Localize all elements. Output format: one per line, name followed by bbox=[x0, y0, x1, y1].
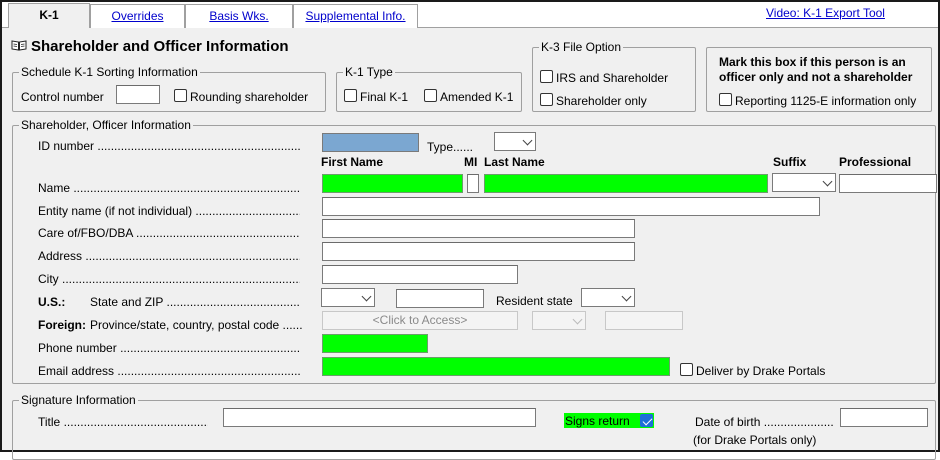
amended-k1-label: Amended K-1 bbox=[440, 90, 514, 104]
signature-group-title: Signature Information bbox=[19, 393, 138, 407]
k3-shareholder-only-checkbox[interactable] bbox=[540, 93, 553, 106]
officer-heading-line2: officer only and not a shareholder bbox=[719, 70, 913, 84]
name-label: Name bbox=[38, 181, 300, 195]
signs-return-label: Signs return bbox=[565, 414, 630, 428]
shareholder-info-title: Shareholder, Officer Information bbox=[19, 118, 193, 132]
final-k1-checkbox[interactable] bbox=[344, 89, 357, 102]
foreign-postal-input[interactable] bbox=[605, 311, 683, 330]
entity-name-label: Entity name (if not individual) bbox=[38, 204, 300, 218]
state-select[interactable] bbox=[321, 288, 375, 307]
k3-irs-shareholder-label: IRS and Shareholder bbox=[556, 71, 669, 85]
video-k1-export-link[interactable]: Video: K-1 Export Tool bbox=[766, 6, 885, 20]
final-k1-label: Final K-1 bbox=[360, 90, 409, 104]
title-label: Title bbox=[38, 415, 208, 429]
officer-heading-line1: Mark this box if this person is an bbox=[719, 55, 906, 69]
tab-overrides[interactable]: Overrides bbox=[90, 4, 185, 28]
email-address-input[interactable] bbox=[322, 357, 670, 376]
zip-input[interactable] bbox=[396, 289, 484, 308]
k1-form-window: K-1 Overrides Basis Wks. Supplemental In… bbox=[0, 0, 940, 460]
tab-bar: K-1 Overrides Basis Wks. Supplemental In… bbox=[2, 2, 938, 28]
phone-number-input[interactable] bbox=[322, 334, 428, 353]
dob-note: (for Drake Portals only) bbox=[693, 433, 817, 447]
deliver-drake-portals-label: Deliver by Drake Portals bbox=[696, 364, 826, 378]
reporting-1125e-checkbox[interactable] bbox=[719, 93, 732, 106]
email-address-label: Email address bbox=[38, 364, 300, 378]
city-input[interactable] bbox=[322, 265, 518, 284]
professional-header: Professional bbox=[839, 155, 912, 169]
address-input[interactable] bbox=[322, 242, 635, 261]
first-name-input[interactable] bbox=[322, 174, 463, 193]
middle-initial-input[interactable] bbox=[467, 174, 479, 193]
phone-number-label: Phone number bbox=[38, 341, 300, 355]
last-name-input[interactable] bbox=[484, 174, 768, 193]
control-number-label: Control number bbox=[21, 90, 104, 104]
control-number-input[interactable] bbox=[116, 85, 160, 104]
last-name-header: Last Name bbox=[484, 155, 545, 169]
sorting-group-title: Schedule K-1 Sorting Information bbox=[19, 65, 200, 79]
state-zip-label: State and ZIP bbox=[90, 295, 300, 309]
address-label: Address bbox=[38, 249, 300, 263]
date-of-birth-label: Date of birth bbox=[695, 415, 833, 429]
us-label: U.S.: bbox=[38, 295, 66, 309]
reporting-1125e-label: Reporting 1125-E information only bbox=[735, 94, 917, 108]
suffix-header: Suffix bbox=[773, 155, 807, 169]
type-select[interactable] bbox=[494, 132, 536, 151]
suffix-select[interactable] bbox=[772, 173, 836, 192]
k3-shareholder-only-label: Shareholder only bbox=[556, 94, 647, 108]
city-label: City bbox=[38, 272, 300, 286]
book-icon bbox=[11, 40, 27, 51]
title-input[interactable] bbox=[223, 408, 536, 427]
province-label: Province/state, country, postal code bbox=[90, 318, 302, 332]
tab-supplemental-info[interactable]: Supplemental Info. bbox=[293, 4, 418, 28]
first-name-header: First Name bbox=[321, 155, 384, 169]
k3-title: K-3 File Option bbox=[539, 40, 624, 54]
care-of-label: Care of/FBO/DBA bbox=[38, 226, 300, 240]
id-number-label: ID number bbox=[38, 139, 300, 153]
k3-irs-shareholder-checkbox[interactable] bbox=[540, 70, 553, 83]
mi-header: MI bbox=[464, 155, 478, 169]
professional-input[interactable] bbox=[839, 174, 937, 193]
rounding-shareholder-checkbox[interactable] bbox=[174, 89, 187, 102]
resident-state-select[interactable] bbox=[581, 288, 635, 307]
care-of-input[interactable] bbox=[322, 219, 635, 238]
click-to-access-field[interactable]: <Click to Access> bbox=[322, 311, 518, 330]
rounding-shareholder-label: Rounding shareholder bbox=[190, 90, 309, 104]
k1-type-title: K-1 Type bbox=[343, 65, 395, 79]
page-title: Shareholder and Officer Information bbox=[31, 38, 289, 55]
type-label: Type...... bbox=[427, 140, 474, 154]
signs-return-checkbox[interactable] bbox=[640, 414, 653, 427]
tab-basis-wks[interactable]: Basis Wks. bbox=[185, 4, 293, 28]
foreign-country-select[interactable] bbox=[532, 311, 586, 330]
foreign-label: Foreign: bbox=[38, 318, 86, 332]
id-number-input[interactable] bbox=[322, 133, 419, 152]
deliver-drake-portals-checkbox[interactable] bbox=[680, 363, 693, 376]
tab-k1[interactable]: K-1 bbox=[8, 3, 90, 28]
amended-k1-checkbox[interactable] bbox=[424, 89, 437, 102]
resident-state-label: Resident state bbox=[496, 294, 573, 308]
entity-name-input[interactable] bbox=[322, 197, 820, 216]
date-of-birth-input[interactable] bbox=[840, 408, 928, 427]
